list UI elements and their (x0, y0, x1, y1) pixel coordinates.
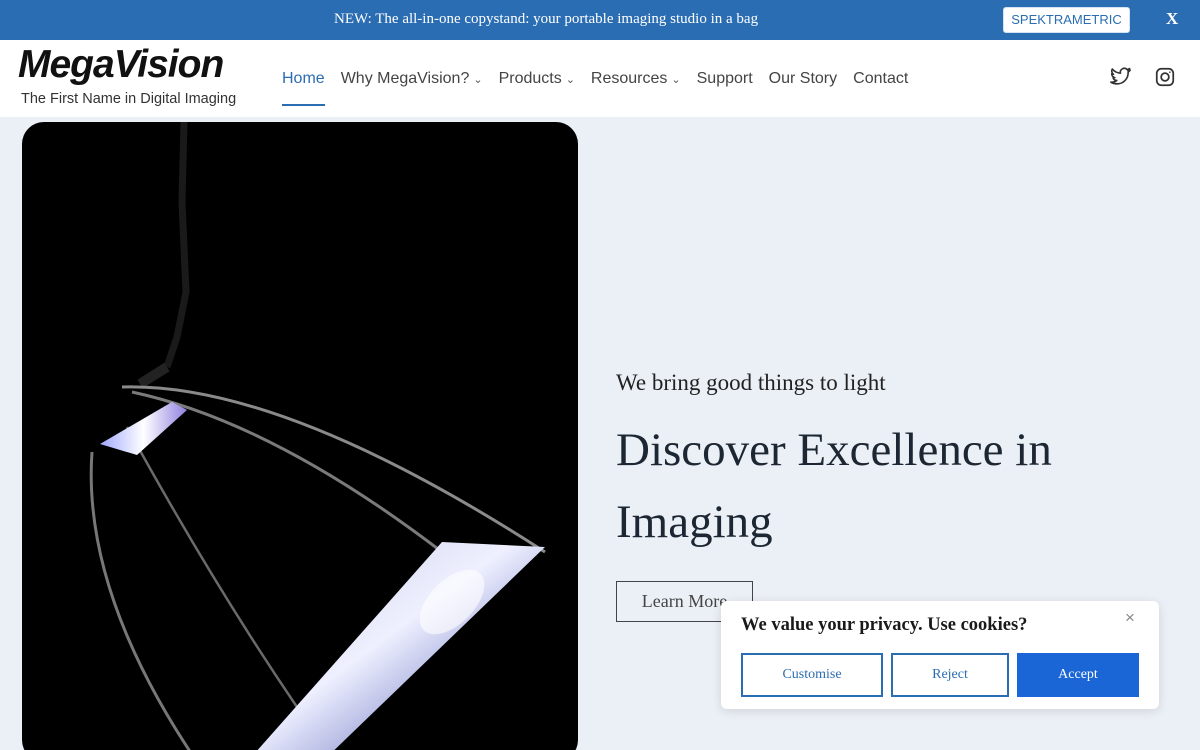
nav-item-label: Why MegaVision? (340, 69, 470, 87)
reject-button[interactable]: Reject (891, 653, 1009, 697)
nav-item-label: Contact (853, 69, 909, 87)
nav-item-our-story[interactable]: Our Story (769, 40, 837, 117)
announcement-bar: NEW: The all-in-one copystand: your port… (0, 0, 1200, 40)
nav-item-resources[interactable]: Resources ⌄ (591, 40, 681, 117)
instagram-icon[interactable] (1154, 66, 1176, 88)
nav-item-label: Products (498, 69, 562, 87)
nav-item-label: Our Story (768, 69, 838, 87)
site-tagline: The First Name in Digital Imaging (21, 91, 237, 107)
spektrametric-button[interactable]: SPEKTRAMETRIC (1003, 7, 1130, 33)
chevron-down-icon: ⌄ (671, 74, 681, 86)
accept-button[interactable]: Accept (1017, 653, 1139, 697)
chevron-down-icon: ⌄ (473, 74, 483, 86)
nav-item-why-megavision[interactable]: Why MegaVision? ⌄ (341, 40, 483, 117)
site-header: MegaVision The First Name in Digital Ima… (0, 40, 1200, 117)
site-logo[interactable]: MegaVision (18, 43, 224, 87)
announcement-text: NEW: The all-in-one copystand: your port… (334, 11, 759, 27)
nav-item-contact[interactable]: Contact (853, 40, 908, 117)
nav-item-label: Resources (590, 69, 668, 87)
main-nav: Home Why MegaVision? ⌄ Products ⌄ Resour… (282, 40, 924, 117)
announcement-close-button[interactable]: X (1166, 9, 1178, 29)
nav-item-home[interactable]: Home (282, 40, 325, 117)
cookie-banner: We value your privacy. Use cookies? × Cu… (721, 601, 1159, 709)
chevron-down-icon: ⌄ (565, 74, 575, 86)
customise-button[interactable]: Customise (741, 653, 883, 697)
close-icon[interactable]: × (1125, 608, 1135, 628)
cookie-title: We value your privacy. Use cookies? (741, 615, 1028, 635)
twitter-icon[interactable] (1110, 66, 1132, 88)
hero-image (22, 122, 578, 750)
nav-item-label: Home (282, 69, 325, 87)
nav-item-support[interactable]: Support (697, 40, 753, 117)
nav-item-products[interactable]: Products ⌄ (499, 40, 575, 117)
nav-item-label: Support (696, 69, 753, 87)
hero-headline: Discover Excellence in Imaging (616, 424, 1052, 548)
hero-kicker: We bring good things to light (616, 370, 886, 395)
